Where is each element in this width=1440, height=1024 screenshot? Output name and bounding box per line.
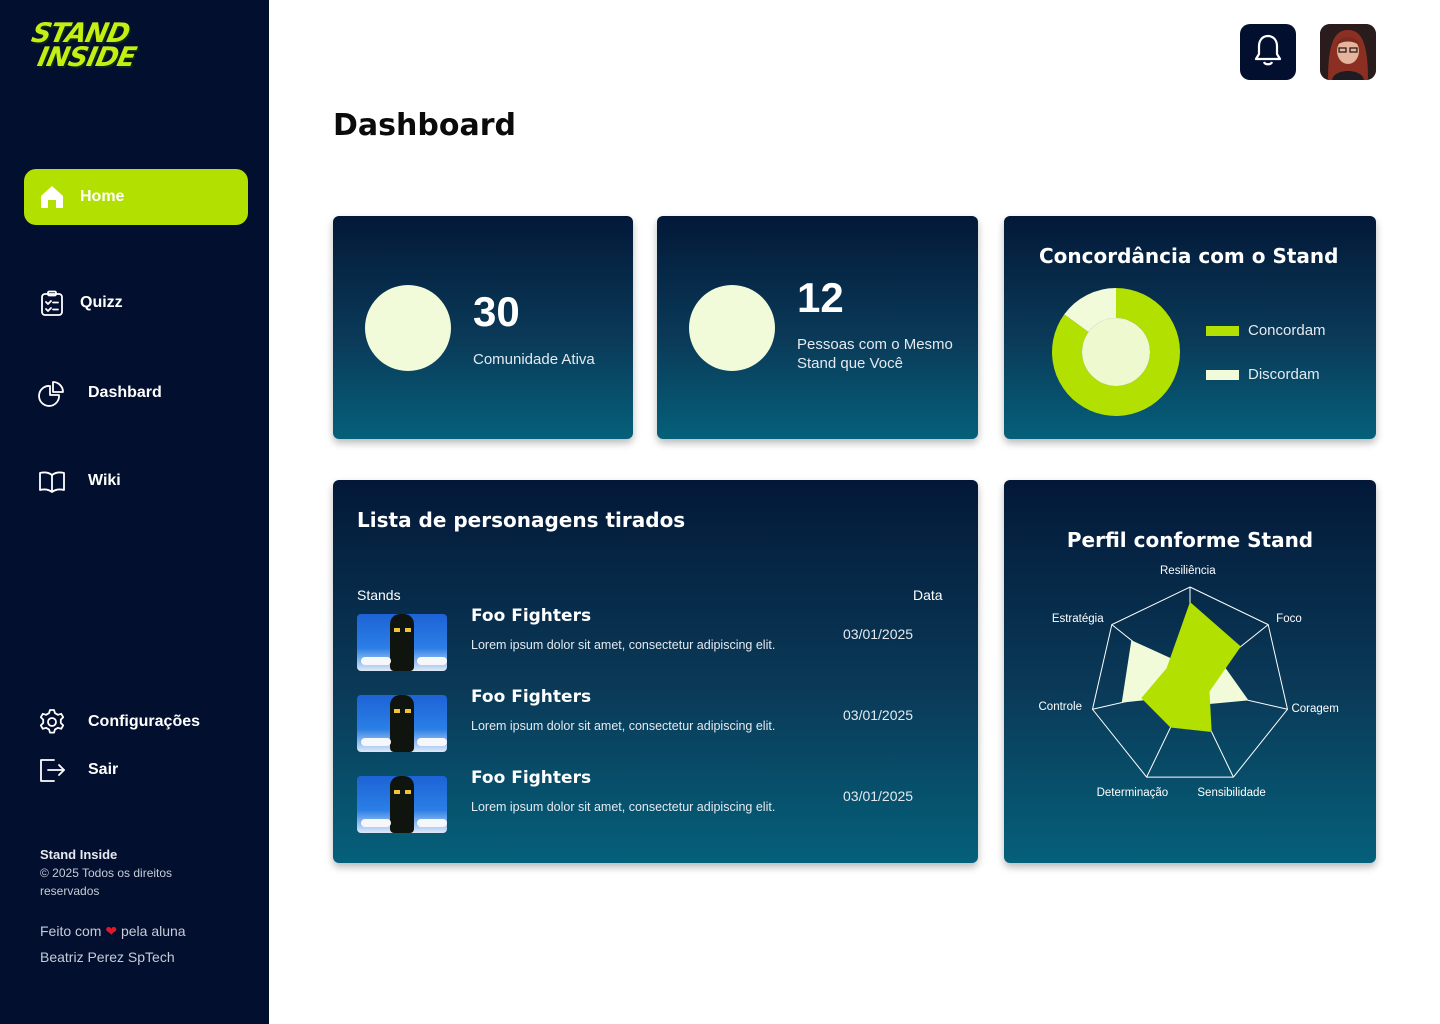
- row-title: Foo Fighters: [471, 606, 592, 626]
- donut-hole: [1082, 318, 1150, 386]
- column-header-date: Data: [913, 587, 943, 603]
- radar-axis-label: Controle: [1038, 701, 1082, 714]
- radar-axis-label: Foco: [1276, 612, 1302, 625]
- row-title: Foo Fighters: [471, 768, 592, 788]
- profile-radar-card: Perfil conforme Stand Resiliência Foco Cor…: [1004, 480, 1376, 863]
- clipboard-check-icon: [38, 289, 66, 317]
- row-description: Lorem ipsum dolor sit amet, consectetur …: [471, 719, 776, 733]
- stand-thumbnail: [357, 695, 447, 752]
- footer-credit: Feito com ❤ pela aluna Beatriz Perez SpT…: [40, 918, 220, 970]
- legend-item-agree: Concordam: [1206, 322, 1326, 339]
- notification-button[interactable]: [1240, 24, 1296, 80]
- sidebar-item-logout[interactable]: Sair: [24, 742, 248, 798]
- bell-icon: [1253, 33, 1283, 72]
- sidebar-item-label: Dashbard: [88, 384, 162, 401]
- radar-axis-label: Coragem: [1291, 703, 1339, 716]
- stand-thumbnail: [357, 776, 447, 833]
- sidebar-item-label: Sair: [88, 761, 119, 778]
- legend-label: Discordam: [1248, 366, 1320, 383]
- sidebar-item-dashboard[interactable]: Dashbard: [24, 365, 248, 421]
- list-item[interactable]: Foo Fighters Lorem ipsum dolor sit amet,…: [357, 606, 957, 676]
- agreement-card: Concordância com o Stand Concordam Disco…: [1004, 216, 1376, 439]
- legend-swatch: [1206, 325, 1239, 336]
- row-description: Lorem ipsum dolor sit amet, consectetur …: [471, 638, 776, 652]
- list-item[interactable]: Foo Fighters Lorem ipsum dolor sit amet,…: [357, 687, 957, 757]
- sidebar-footer: Stand Inside © 2025 Todos os direitos re…: [40, 846, 220, 970]
- legend-item-disagree: Discordam: [1206, 366, 1320, 383]
- footer-brand: Stand Inside: [40, 847, 118, 862]
- agreement-donut-chart: [1052, 288, 1180, 416]
- row-title: Foo Fighters: [471, 687, 592, 707]
- page-title: Dashboard: [333, 108, 516, 143]
- row-date: 03/01/2025: [843, 626, 914, 642]
- sidebar-item-label: Configurações: [88, 713, 201, 730]
- profile-radar-chart: [1091, 586, 1289, 778]
- stat-label: Pessoas com o Mesmo Stand que Você: [797, 336, 953, 372]
- sidebar-item-label: Quizz: [80, 294, 123, 311]
- stat-label: Comunidade Ativa: [473, 351, 595, 368]
- user-avatar[interactable]: [1320, 24, 1376, 80]
- logo-line-2: INSIDE: [34, 42, 139, 73]
- agreement-title: Concordância com o Stand: [1039, 244, 1339, 268]
- sidebar-item-label: Home: [80, 188, 125, 205]
- legend-label: Concordam: [1248, 322, 1326, 339]
- radar-axis-label: Sensibilidade: [1197, 787, 1266, 800]
- stat-value: 30: [473, 288, 520, 335]
- stat-card-community: 30 Comunidade Ativa: [333, 216, 633, 439]
- gear-icon: [38, 708, 66, 736]
- radar-axis-label: Resiliência: [1160, 565, 1216, 577]
- sidebar-item-label: Wiki: [88, 472, 121, 489]
- home-icon: [38, 183, 66, 211]
- stand-thumbnail: [357, 614, 447, 671]
- stat-circle: [365, 285, 451, 371]
- sidebar: STAND INSIDE Home Quizz Dashbard Wiki Co…: [0, 0, 269, 1024]
- list-item[interactable]: Foo Fighters Lorem ipsum dolor sit amet,…: [357, 768, 957, 838]
- character-list-card: Lista de personagens tirados Stands Data…: [333, 480, 978, 863]
- stat-circle: [689, 285, 775, 371]
- legend-swatch: [1206, 369, 1239, 380]
- row-description: Lorem ipsum dolor sit amet, consectetur …: [471, 800, 776, 814]
- row-date: 03/01/2025: [843, 788, 914, 804]
- radar-axis-label: Estratégia: [1051, 612, 1104, 625]
- sidebar-item-wiki[interactable]: Wiki: [24, 453, 248, 509]
- sidebar-item-quizz[interactable]: Quizz: [24, 275, 248, 331]
- radar-axis-label: Determinação: [1096, 787, 1169, 800]
- footer-credit-prefix: Feito com: [40, 923, 102, 939]
- column-header-stands: Stands: [357, 587, 401, 603]
- stat-card-same-stand: 12 Pessoas com o Mesmo Stand que Você: [657, 216, 978, 439]
- brand-logo[interactable]: STAND INSIDE: [22, 18, 142, 82]
- pie-chart-icon: [38, 379, 66, 407]
- sidebar-item-home[interactable]: Home: [24, 169, 248, 225]
- book-icon: [38, 467, 66, 495]
- row-date: 03/01/2025: [843, 707, 914, 723]
- footer-copyright: © 2025 Todos os direitos reservados: [40, 866, 173, 898]
- logout-icon: [38, 756, 66, 784]
- list-title: Lista de personagens tirados: [357, 508, 686, 532]
- stat-value: 12: [797, 274, 844, 321]
- heart-icon: ❤: [105, 923, 118, 939]
